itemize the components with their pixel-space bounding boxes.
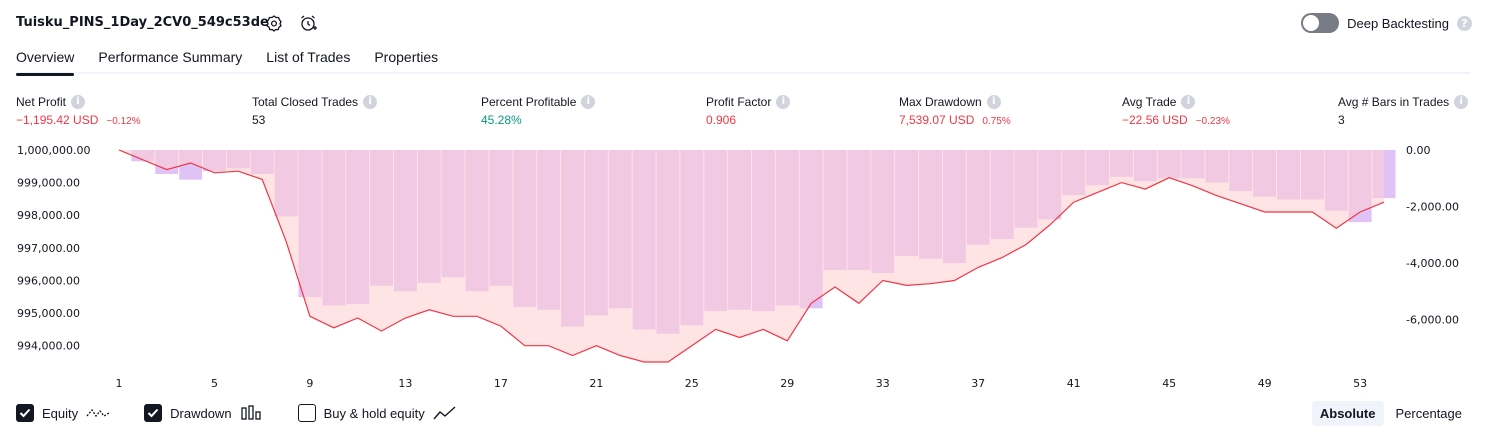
left-axis-tick-label: 996,000.00	[17, 275, 80, 288]
left-axis-tick-label: 997,000.00	[17, 242, 80, 255]
checkmark-icon	[147, 408, 159, 418]
deep-backtesting-control: Deep Backtesting ?	[1301, 13, 1472, 33]
settings-gear-icon[interactable]	[264, 13, 284, 33]
metric-profit-factor: Profit Factor i 0.906	[706, 94, 791, 127]
right-axis-tick-label: -2,000.00	[1406, 201, 1459, 214]
metric-value: 0.906	[706, 113, 737, 127]
metric-value: 3	[1338, 113, 1345, 127]
tab-bar: Overview Performance Summary List of Tra…	[16, 48, 1470, 76]
left-axis-tick-label: 994,000.00	[17, 340, 80, 353]
tab-properties[interactable]: Properties	[374, 48, 438, 74]
metric-label: Profit Factor	[706, 94, 772, 109]
metric-value: 53	[252, 113, 266, 127]
toggle-knob	[1303, 15, 1320, 31]
right-axis-tick-label: 0.00	[1406, 144, 1431, 157]
metric-value: −22.56 USD	[1122, 113, 1188, 127]
percentage-button[interactable]: Percentage	[1388, 401, 1471, 426]
equity-area	[119, 150, 1384, 362]
info-icon[interactable]: i	[986, 94, 1001, 109]
buy-hold-checkbox[interactable]	[297, 404, 316, 422]
metric-percent: −0.23%	[1195, 116, 1230, 127]
metric-avg-bars-in-trades: Avg # Bars in Trades i 3	[1338, 94, 1469, 127]
x-axis-tick-label: 33	[876, 377, 890, 390]
absolute-button[interactable]: Absolute	[1311, 401, 1384, 426]
info-icon[interactable]: i	[1454, 94, 1469, 109]
x-axis-tick-label: 21	[589, 377, 603, 390]
equity-drawdown-chart: 1,000,000.00 999,000.00 998,000.00 997,000.…	[17, 144, 1459, 390]
metric-label: Avg Trade	[1122, 94, 1177, 109]
tab-list-of-trades[interactable]: List of Trades	[266, 48, 350, 74]
help-icon[interactable]: ?	[1457, 15, 1472, 31]
info-icon[interactable]: i	[776, 94, 791, 109]
right-axis-tick-label: -4,000.00	[1406, 257, 1459, 270]
metric-value: −1,195.42 USD	[16, 113, 99, 127]
strategy-title: Tuisku_PINS_1Day_2CV0_549c53de	[16, 15, 269, 30]
tab-overview[interactable]: Overview	[16, 48, 75, 76]
legend-drawdown[interactable]: Drawdown	[144, 404, 263, 422]
buy-hold-line-icon	[433, 406, 456, 420]
metric-avg-trade: Avg Trade i −22.56 USD −0.23%	[1122, 94, 1230, 127]
x-axis-tick-label: 25	[685, 377, 699, 390]
metric-value: 7,539.07 USD	[899, 113, 975, 127]
info-icon[interactable]: i	[363, 94, 378, 109]
x-axis-tick-label: 17	[494, 377, 508, 390]
legend-drawdown-label: Drawdown	[170, 405, 232, 421]
metric-label: Percent Profitable	[481, 94, 577, 109]
metric-net-profit: Net Profit i −1,195.42 USD −0.12%	[16, 94, 141, 127]
x-axis-tick-label: 5	[211, 377, 218, 390]
metric-percent: −0.12%	[106, 116, 141, 127]
drawdown-checkbox[interactable]	[144, 404, 163, 422]
chart-legend: Equity Drawdown Buy & hold equity	[16, 404, 491, 422]
metric-label: Max Drawdown	[899, 94, 982, 109]
x-axis-tick-label: 45	[1162, 377, 1176, 390]
metric-percent: 0.75%	[982, 116, 1011, 127]
deep-backtesting-toggle[interactable]	[1301, 13, 1340, 33]
info-icon[interactable]: i	[71, 94, 86, 109]
x-axis-tick-label: 37	[971, 377, 985, 390]
tab-performance-summary[interactable]: Performance Summary	[98, 48, 242, 74]
x-axis-tick-label: 1	[116, 377, 123, 390]
equity-checkbox[interactable]	[16, 404, 34, 422]
left-axis-tick-label: 995,000.00	[17, 307, 80, 320]
metric-label: Avg # Bars in Trades	[1338, 94, 1450, 109]
x-axis-tick-label: 13	[398, 377, 412, 390]
legend-buy-hold-label: Buy & hold equity	[323, 405, 425, 421]
metric-percent-profitable: Percent Profitable i 45.28%	[481, 94, 596, 127]
info-icon[interactable]: i	[581, 94, 596, 109]
left-axis-tick-label: 999,000.00	[17, 177, 80, 190]
right-axis-tick-label: -6,000.00	[1406, 314, 1459, 327]
x-axis-tick-label: 9	[306, 377, 313, 390]
left-axis-tick-label: 998,000.00	[17, 209, 80, 222]
x-axis-tick-label: 41	[1067, 377, 1081, 390]
metric-max-drawdown: Max Drawdown i 7,539.07 USD 0.75%	[899, 94, 1011, 127]
checkmark-icon	[19, 408, 31, 418]
legend-equity-label: Equity	[42, 405, 79, 421]
legend-equity[interactable]: Equity	[16, 404, 110, 422]
drawdown-bars-icon	[240, 405, 261, 420]
equity-line-icon	[86, 408, 110, 418]
metric-value: 45.28%	[481, 113, 522, 127]
display-mode-switch: Absolute Percentage	[1311, 401, 1471, 426]
left-axis-tick-label: 1,000,000.00	[17, 144, 90, 157]
metric-total-closed-trades: Total Closed Trades i 53	[252, 94, 378, 127]
x-axis-tick-label: 53	[1353, 377, 1367, 390]
deep-backtesting-label: Deep Backtesting	[1347, 15, 1449, 31]
metric-label: Net Profit	[16, 94, 67, 109]
info-icon[interactable]: i	[1181, 94, 1196, 109]
metric-label: Total Closed Trades	[252, 94, 359, 109]
x-axis-tick-label: 29	[780, 377, 794, 390]
x-axis-tick-label: 49	[1258, 377, 1272, 390]
add-alert-clock-icon[interactable]	[298, 13, 318, 33]
legend-buy-hold[interactable]: Buy & hold equity	[297, 404, 457, 422]
